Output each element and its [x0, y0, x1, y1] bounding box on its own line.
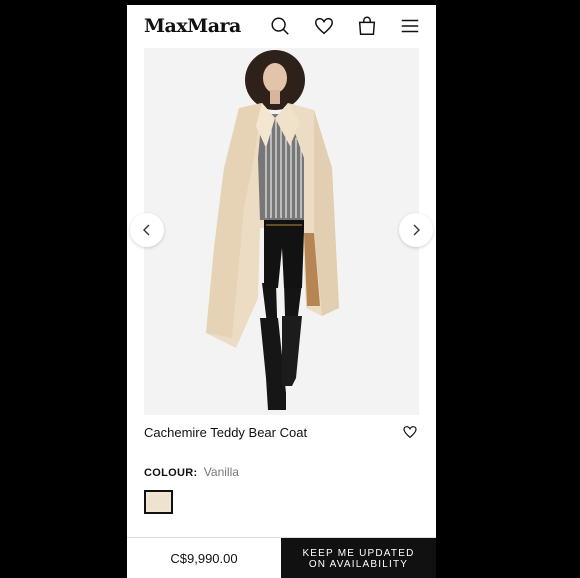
colour-swatch-vanilla[interactable]: [144, 490, 173, 514]
heart-icon: [403, 426, 417, 439]
menu-icon[interactable]: [399, 15, 421, 37]
phone-screen: MaxMara Cachemire Teddy Bear Coat COLOUR…: [127, 5, 436, 578]
shopping-bag-icon[interactable]: [356, 15, 378, 37]
product-image[interactable]: [144, 48, 419, 415]
colour-value: Vanilla: [203, 465, 239, 479]
chevron-left-icon: [143, 224, 150, 236]
search-icon[interactable]: [269, 15, 291, 37]
product-price: C$9,990.00: [170, 551, 238, 566]
heart-icon[interactable]: [313, 15, 335, 37]
cta-line-2: ON AVAILABILITY: [308, 558, 409, 570]
keep-me-updated-button[interactable]: KEEP ME UPDATED ON AVAILABILITY: [281, 538, 436, 578]
cta-line-1: KEEP ME UPDATED: [302, 547, 415, 559]
purchase-bar: C$9,990.00 KEEP ME UPDATED ON AVAILABILI…: [127, 537, 436, 578]
site-header: MaxMara: [127, 5, 436, 47]
cta-label: KEEP ME UPDATED ON AVAILABILITY: [302, 548, 414, 570]
colour-label: COLOUR:: [144, 467, 198, 479]
product-name: Cachemire Teddy Bear Coat: [144, 425, 308, 440]
swatch-fill: [148, 494, 169, 510]
model-wearing-coat-illustration: [144, 48, 419, 415]
colour-info: COLOUR: Vanilla: [144, 465, 239, 479]
next-image-button[interactable]: [399, 213, 433, 247]
chevron-right-icon: [413, 224, 420, 236]
previous-image-button[interactable]: [130, 213, 164, 247]
brand-logo[interactable]: MaxMara: [144, 15, 241, 37]
add-to-wishlist-button[interactable]: [402, 424, 418, 440]
